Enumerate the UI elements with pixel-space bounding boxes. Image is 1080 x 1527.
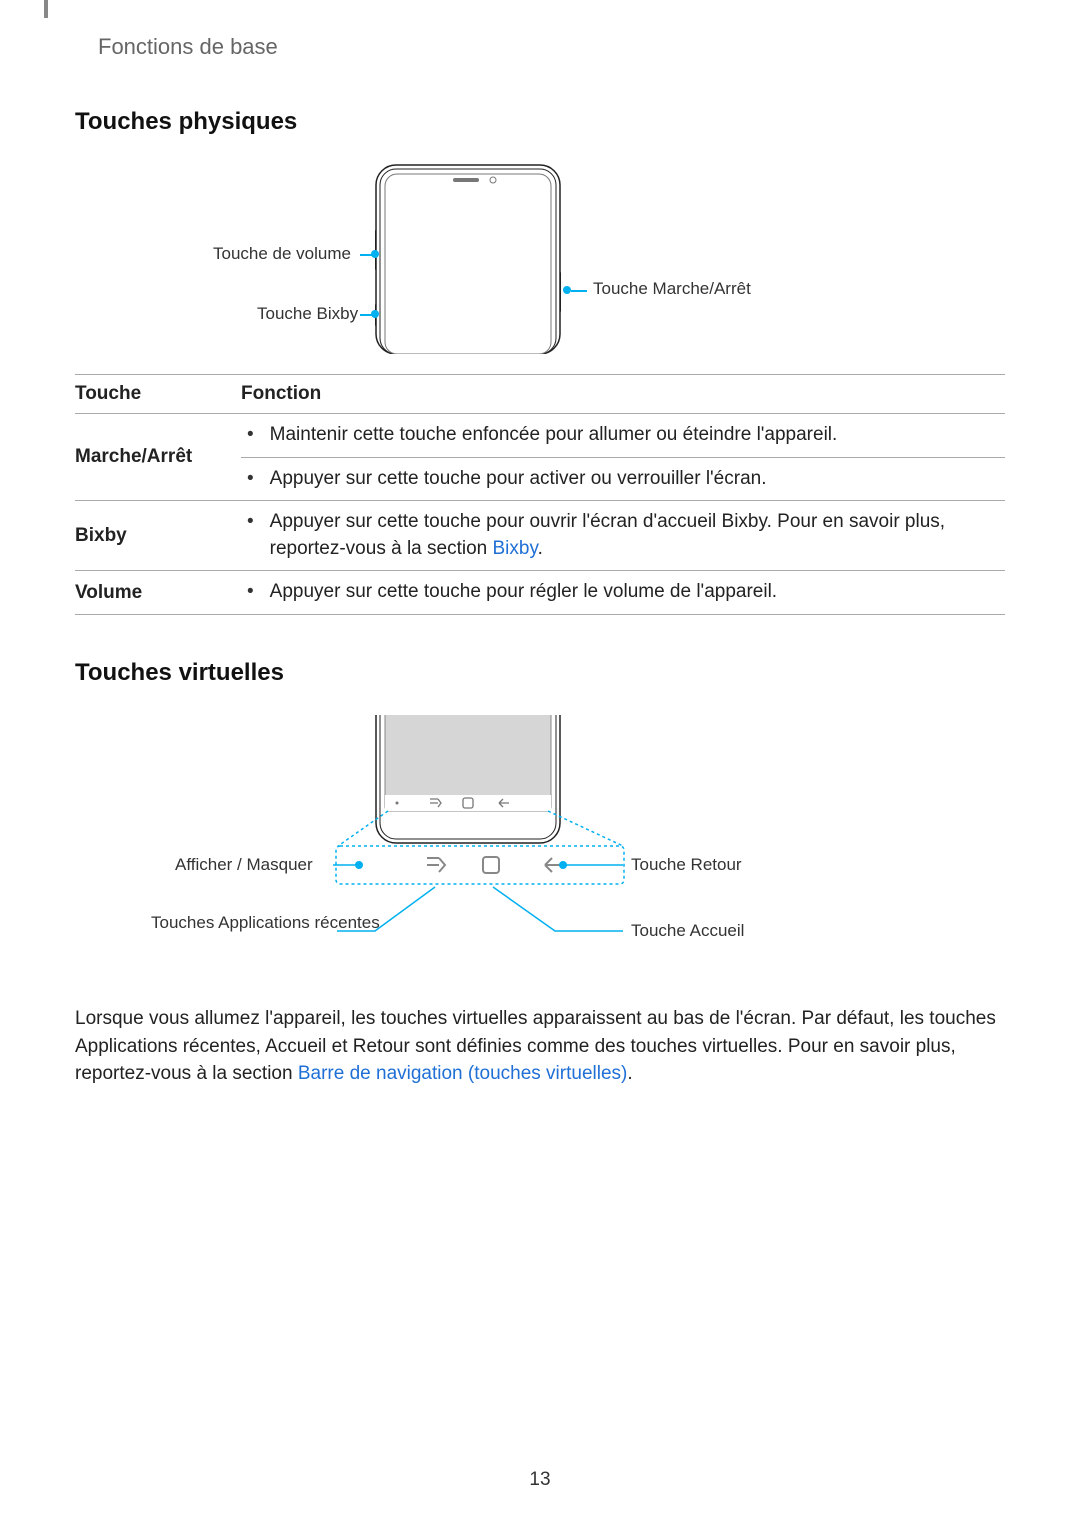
section-virtual-keys: Touches virtuelles [75, 659, 1005, 1088]
figure-virtual-keys: Afficher / Masquer Touches Applications … [75, 715, 1005, 995]
lead-line [571, 290, 587, 292]
keys-table: Touche Fonction Marche/Arrêt • Maintenir… [75, 374, 1005, 615]
label-bixby-key: Touche Bixby [257, 304, 358, 324]
page-number: 13 [0, 1469, 1080, 1491]
label-show-hide: Afficher / Masquer [175, 855, 313, 875]
breadcrumb: Fonctions de base [98, 34, 278, 60]
table-key-name: Volume [75, 571, 241, 615]
top-margin-rule [44, 0, 48, 18]
page: Fonctions de base Touches physiques T [0, 0, 1080, 1527]
label-volume-key: Touche de volume [213, 244, 351, 264]
table-key-name: Marche/Arrêt [75, 414, 241, 501]
heading-physical-keys: Touches physiques [75, 108, 1005, 136]
table-function-cell: • Appuyer sur cette touche pour ouvrir l… [241, 501, 1005, 571]
label-power-key: Touche Marche/Arrêt [593, 279, 751, 299]
page-content: Touches physiques Touche de volume [75, 108, 1005, 1107]
nav-bar-enlarged [335, 845, 625, 905]
table-key-name: Bixby [75, 501, 241, 571]
label-home-key: Touche Accueil [631, 921, 744, 941]
bullet-icon: • [241, 466, 260, 493]
table-function-cell: • Appuyer sur cette touche pour régler l… [241, 571, 1005, 615]
bullet-icon: • [241, 579, 260, 606]
phone-top-illustration [375, 164, 561, 354]
table-function-text: Appuyer sur cette touche pour ouvrir l'é… [270, 509, 999, 562]
lead-dot [371, 250, 379, 258]
phone-bottom-illustration [375, 715, 561, 845]
label-back-key: Touche Retour [631, 855, 742, 875]
link-bixby[interactable]: Bixby [493, 538, 538, 559]
table-function-cell: • Maintenir cette touche enfoncée pour a… [241, 414, 1005, 458]
figure-physical-keys: Touche de volume Touche Bixby Touche Mar… [75, 164, 1005, 364]
lead-dot [563, 286, 571, 294]
link-nav-bar[interactable]: Barre de navigation (touches virtuelles) [298, 1063, 628, 1084]
table-function-text: Appuyer sur cette touche pour activer ou… [270, 466, 767, 493]
paragraph-virtual-keys: Lorsque vous allumez l'appareil, les tou… [75, 1005, 1005, 1088]
heading-virtual-keys: Touches virtuelles [75, 659, 1005, 687]
table-header-function: Fonction [241, 375, 1005, 414]
table-function-text: Maintenir cette touche enfoncée pour all… [270, 422, 838, 449]
label-recents-key: Touches Applications récentes [151, 913, 331, 933]
table-header-key: Touche [75, 375, 241, 414]
lead-dot [371, 310, 379, 318]
bullet-icon: • [241, 422, 260, 449]
table-function-text: Appuyer sur cette touche pour régler le … [270, 579, 777, 606]
bullet-icon: • [241, 509, 260, 536]
table-function-cell: • Appuyer sur cette touche pour activer … [241, 457, 1005, 501]
